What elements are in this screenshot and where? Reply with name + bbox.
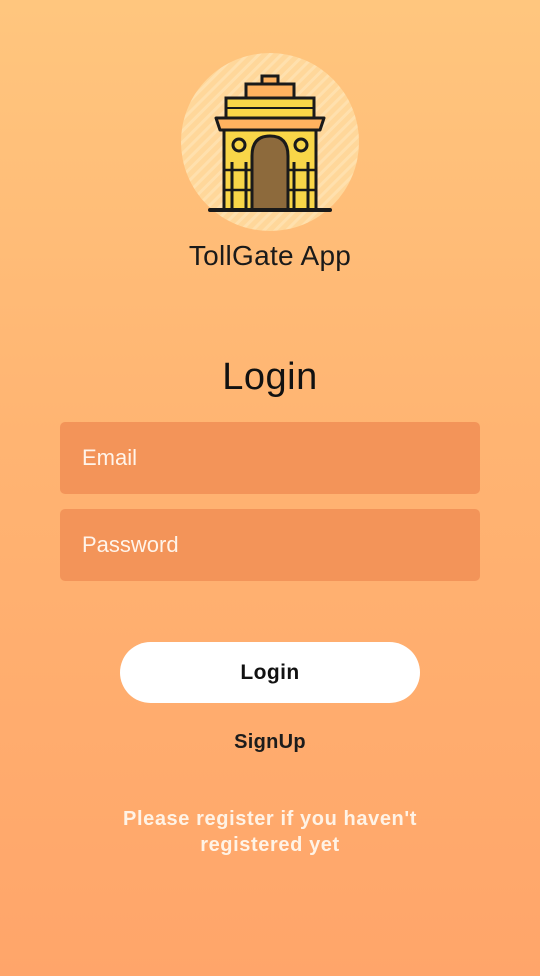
app-title: TollGate App xyxy=(188,240,352,271)
password-field[interactable] xyxy=(60,509,480,581)
email-field[interactable] xyxy=(60,422,480,494)
login-screen: TollGate App Login Login SignUp Please r… xyxy=(0,0,540,976)
app-logo xyxy=(180,52,360,232)
page-title: Login xyxy=(222,356,318,398)
login-button[interactable]: Login xyxy=(120,642,420,703)
register-hint-text: Please register if you haven't registere… xyxy=(123,808,417,856)
signup-link[interactable]: SignUp xyxy=(0,731,540,754)
india-gate-icon xyxy=(181,53,359,231)
